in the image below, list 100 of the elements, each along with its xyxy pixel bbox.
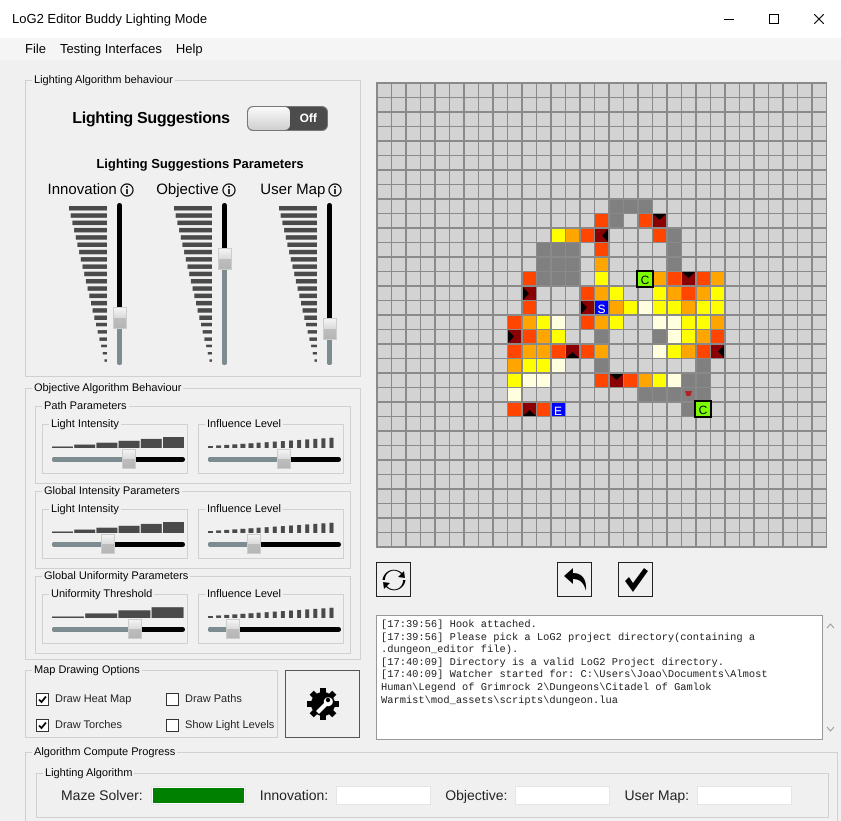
heat-cell[interactable] (624, 374, 637, 386)
heat-cell[interactable] (522, 344, 536, 358)
heat-cell[interactable] (696, 286, 710, 300)
wall-cell[interactable] (537, 272, 550, 285)
heat-cell[interactable] (610, 301, 622, 314)
checkbox[interactable]: Draw Torches (36, 714, 166, 737)
heat-cell[interactable] (668, 374, 680, 386)
torch-cell[interactable] (522, 402, 536, 416)
slider-thumb[interactable] (128, 619, 142, 639)
refresh-button[interactable] (376, 562, 411, 597)
heat-cell[interactable] (580, 316, 594, 328)
heat-cell[interactable] (595, 214, 608, 227)
heat-cell[interactable] (668, 301, 680, 314)
heat-cell[interactable] (537, 402, 550, 416)
wall-cell[interactable] (653, 388, 666, 401)
end-marker[interactable]: E (552, 402, 564, 416)
checkbox[interactable]: Show Light Levels (166, 714, 286, 737)
wall-cell[interactable] (682, 388, 695, 401)
wall-cell[interactable] (696, 388, 710, 401)
torch-cell[interactable] (682, 272, 695, 285)
heat-cell[interactable] (682, 344, 695, 358)
menu-item[interactable]: File (18, 39, 53, 59)
torch-cell[interactable] (580, 301, 594, 314)
wall-cell[interactable] (668, 388, 680, 401)
heat-cell[interactable] (508, 359, 521, 372)
start-marker[interactable]: S (595, 301, 608, 314)
undo-button[interactable] (557, 562, 592, 597)
heat-cell[interactable] (580, 286, 594, 300)
heat-cell[interactable] (711, 316, 724, 328)
wall-cell[interactable] (566, 243, 579, 256)
heat-cell[interactable] (537, 374, 550, 386)
wall-cell[interactable] (610, 214, 622, 227)
heat-cell[interactable] (522, 330, 536, 343)
heat-cell[interactable] (653, 228, 666, 242)
wall-cell[interactable] (610, 200, 622, 212)
slider-thumb[interactable] (323, 318, 338, 340)
heat-cell[interactable] (696, 301, 710, 314)
heat-cell[interactable] (711, 286, 724, 300)
slider-thumb[interactable] (112, 306, 127, 329)
heat-cell[interactable] (580, 344, 594, 358)
heat-cell[interactable] (552, 228, 564, 242)
heat-cell[interactable] (638, 374, 652, 386)
slider-thumb[interactable] (226, 619, 240, 639)
heat-cell[interactable] (508, 374, 521, 386)
heat-cell[interactable] (552, 316, 564, 328)
wall-cell[interactable] (552, 243, 564, 256)
torch-cell[interactable] (595, 228, 608, 242)
heat-cell[interactable] (653, 272, 666, 285)
checkbox[interactable]: Draw Heat Map (36, 688, 166, 711)
heat-cell[interactable] (696, 330, 710, 343)
heat-cell[interactable] (508, 316, 521, 328)
heat-cell[interactable] (696, 316, 710, 328)
goal-marker[interactable]: C (694, 400, 712, 418)
heat-cell[interactable] (537, 316, 550, 328)
heat-cell[interactable] (682, 330, 695, 343)
heat-cell[interactable] (668, 344, 680, 358)
heat-cell[interactable] (711, 330, 724, 343)
menu-item[interactable]: Help (168, 39, 210, 59)
settings-button[interactable] (285, 670, 360, 738)
heat-cell[interactable] (682, 301, 695, 314)
wall-cell[interactable] (595, 330, 608, 343)
scroll-up-icon[interactable] (826, 623, 835, 629)
heat-cell[interactable] (595, 344, 608, 358)
slider-thumb[interactable] (218, 248, 232, 270)
heat-cell[interactable] (522, 359, 536, 372)
heat-cell[interactable] (653, 374, 666, 386)
heat-cell[interactable] (624, 301, 637, 314)
slider-thumb[interactable] (277, 449, 292, 469)
heat-cell[interactable] (595, 272, 608, 285)
heat-cell[interactable] (682, 316, 695, 328)
heat-cell[interactable] (508, 344, 521, 358)
checkbox[interactable]: Draw Paths (166, 688, 286, 711)
wall-cell[interactable] (668, 243, 680, 256)
heat-cell[interactable] (595, 316, 608, 328)
wall-cell[interactable] (638, 200, 652, 212)
slider-thumb[interactable] (122, 449, 136, 469)
wall-cell[interactable] (624, 200, 637, 212)
heat-cell[interactable] (610, 316, 622, 328)
heat-cell[interactable] (522, 316, 536, 328)
heat-cell[interactable] (552, 359, 564, 372)
wall-cell[interactable] (537, 243, 550, 256)
wall-cell[interactable] (668, 228, 680, 242)
heat-cell[interactable] (682, 286, 695, 300)
heat-cell[interactable] (595, 258, 608, 270)
wall-cell[interactable] (595, 359, 608, 372)
info-icon[interactable] (120, 182, 134, 197)
torch-cell[interactable] (522, 286, 536, 300)
slider-thumb[interactable] (100, 534, 115, 554)
heat-cell[interactable] (668, 316, 680, 328)
heat-cell[interactable] (653, 301, 666, 314)
heat-cell[interactable] (711, 272, 724, 285)
heat-cell[interactable] (696, 344, 710, 358)
heat-cell[interactable] (508, 402, 521, 416)
slider-thumb[interactable] (247, 534, 262, 554)
torch-cell[interactable] (610, 374, 622, 386)
info-icon[interactable] (328, 182, 342, 197)
wall-cell[interactable] (653, 330, 666, 343)
wall-cell[interactable] (668, 258, 680, 270)
torch-cell[interactable] (566, 344, 579, 358)
heat-cell[interactable] (566, 228, 579, 242)
